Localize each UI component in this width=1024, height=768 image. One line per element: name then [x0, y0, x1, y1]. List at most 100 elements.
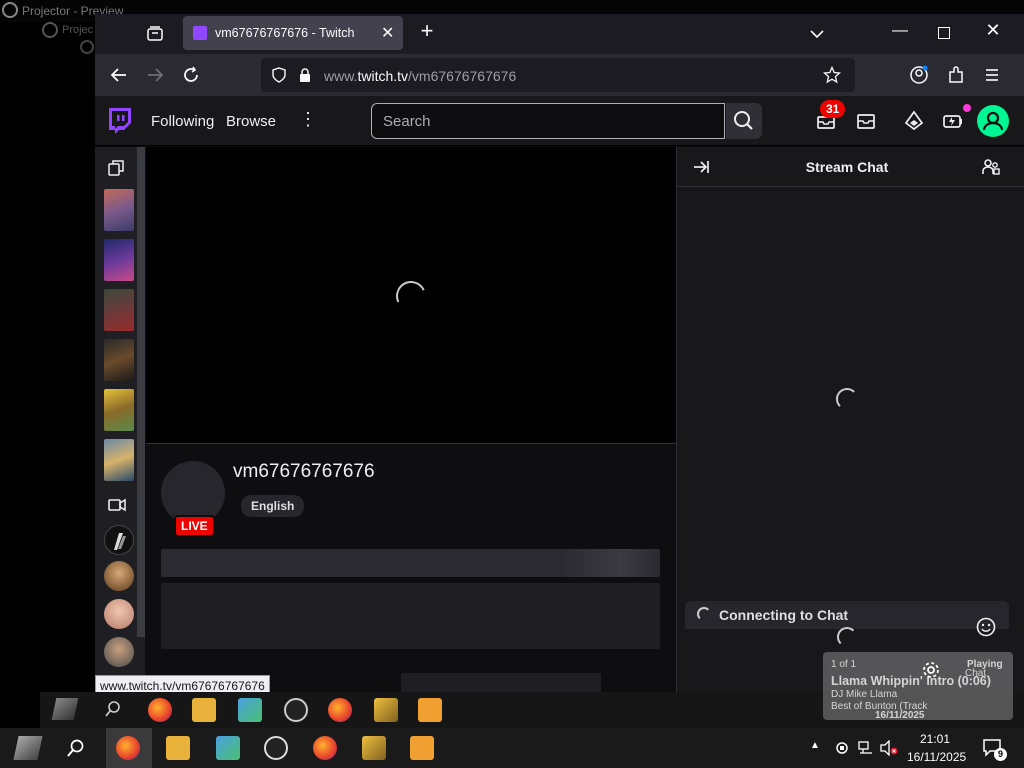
chat-header: Stream Chat [677, 147, 1024, 187]
twitch-favicon-icon [193, 26, 207, 40]
sidebar-item-category[interactable] [104, 189, 134, 231]
sidebar-channel-avatar[interactable] [104, 599, 134, 629]
app-icon [238, 698, 262, 722]
sidebar-item-category[interactable] [104, 239, 134, 281]
chat-connecting-bar: Connecting to Chat [685, 601, 1009, 629]
sidebar-item-category[interactable] [104, 339, 134, 381]
obs-icon [2, 2, 18, 18]
loading-spinner-icon [837, 627, 857, 647]
video-player[interactable] [146, 147, 676, 444]
url-domain: twitch.tv [357, 68, 409, 84]
start-icon[interactable] [13, 736, 43, 760]
more-options-icon[interactable]: ⋮ [299, 109, 317, 130]
firefox-icon[interactable] [116, 736, 140, 760]
url-prefix: www. [324, 68, 358, 84]
chat-panel: Stream Chat Connecting to Chat [676, 147, 1024, 696]
app-icon[interactable] [362, 736, 386, 760]
close-window-button[interactable]: ✕ [983, 20, 1003, 41]
navigation-bar: www.twitch.tv/vm67676767676 [95, 54, 1024, 96]
account-icon[interactable] [909, 65, 929, 85]
sidebar-item-category[interactable] [104, 289, 134, 331]
track-artist: DJ Mike Llama [831, 689, 898, 700]
collapse-sidebar-icon[interactable] [107, 159, 125, 177]
browser-window: vm67676767676 - Twitch ✕ + — ✕ www.twitc [95, 14, 1024, 696]
loading-placeholder [161, 549, 660, 577]
obs-icon[interactable] [264, 736, 288, 760]
twitch-top-nav: Following Browse ⋮ Search 31 [95, 96, 1024, 146]
app-icon[interactable] [216, 736, 240, 760]
search-placeholder: Search [383, 113, 431, 130]
loading-placeholder [161, 583, 660, 649]
notification-badge: 31 [820, 100, 846, 118]
menu-icon[interactable] [982, 65, 1002, 85]
prime-crown-icon[interactable] [942, 110, 964, 132]
forward-icon[interactable] [145, 65, 165, 85]
media-player-icon [418, 698, 442, 722]
inbox-icon[interactable] [855, 110, 877, 132]
emote-picker-icon[interactable] [975, 616, 997, 638]
video-camera-icon[interactable] [107, 496, 127, 514]
firefox-icon [328, 698, 352, 722]
shield-icon[interactable] [271, 67, 287, 83]
bookmark-star-icon[interactable] [823, 66, 841, 84]
url-bar[interactable]: www.twitch.tv/vm67676767676 [261, 58, 855, 92]
firefox-icon[interactable] [313, 736, 337, 760]
sidebar-channel-avatar[interactable] [104, 637, 134, 667]
tab-twitch[interactable]: vm67676767676 - Twitch ✕ [183, 16, 403, 50]
maximize-button[interactable] [938, 27, 950, 39]
file-explorer-icon[interactable] [166, 736, 190, 760]
volume-muted-icon[interactable] [880, 740, 898, 756]
search-button[interactable] [726, 103, 762, 139]
action-center-badge: 9 [994, 748, 1007, 761]
sidebar-channel-avatar[interactable] [104, 561, 134, 591]
community-users-icon[interactable] [981, 157, 1001, 177]
sidebar-channel-avatar[interactable] [104, 525, 134, 555]
chat-title: Stream Chat [805, 159, 889, 175]
channel-name[interactable]: vm67676767676 [233, 461, 375, 483]
tab-bar: vm67676767676 - Twitch ✕ + — ✕ [95, 14, 1024, 54]
url-text[interactable]: www.twitch.tv/vm67676767676 [324, 68, 516, 84]
loading-spinner-icon [836, 388, 858, 410]
extensions-icon[interactable] [946, 65, 966, 85]
twitch-logo-icon[interactable] [107, 108, 131, 134]
folder-icon [192, 698, 216, 722]
sidebar-item-category[interactable] [104, 389, 134, 431]
sidebar [95, 147, 145, 696]
sidebar-item-category[interactable] [104, 439, 134, 481]
minimize-button[interactable]: — [890, 22, 910, 40]
user-avatar[interactable] [977, 105, 1009, 137]
media-player-overlay[interactable]: 1 of 1 Playing Chat Llama Whippin' Intro… [823, 652, 1013, 721]
tray-overflow-icon[interactable]: ▲ [810, 740, 820, 751]
app-icon [374, 698, 398, 722]
loading-spinner-icon [391, 276, 431, 316]
close-tab-icon[interactable]: ✕ [381, 23, 394, 43]
back-icon[interactable] [109, 65, 129, 85]
network-icon[interactable] [858, 740, 874, 756]
new-tab-button[interactable]: + [415, 20, 439, 44]
live-badge: LIVE [174, 515, 215, 537]
sidebar-scrollbar[interactable] [137, 147, 145, 637]
clock-time[interactable]: 21:01 [920, 732, 950, 746]
search-input[interactable]: Search [371, 103, 725, 139]
language-tag[interactable]: English [241, 495, 305, 517]
obs-icon [284, 698, 308, 722]
bits-icon[interactable] [903, 110, 925, 132]
media-player-icon[interactable] [410, 736, 434, 760]
tray-app-icon[interactable] [834, 740, 850, 756]
chevron-down-icon[interactable] [807, 24, 827, 44]
start-icon [51, 698, 79, 720]
reload-icon[interactable] [181, 65, 201, 85]
nav-following-link[interactable]: Following [151, 113, 214, 130]
url-path: /vm67676767676 [408, 68, 517, 84]
search-icon[interactable] [66, 738, 86, 758]
tab-list-icon[interactable] [145, 24, 165, 44]
clock-date[interactable]: 16/11/2025 [907, 750, 966, 764]
channel-info: LIVE vm67676767676 English [146, 445, 676, 696]
track-title: Llama Whippin' Intro (0:06) [831, 674, 991, 688]
firefox-icon [148, 698, 172, 722]
lock-icon[interactable] [297, 67, 313, 83]
search-icon [104, 700, 122, 718]
nav-browse-link[interactable]: Browse [226, 113, 276, 130]
tab-title: vm67676767676 - Twitch [215, 26, 355, 40]
chat-connecting-text: Connecting to Chat [719, 607, 849, 623]
